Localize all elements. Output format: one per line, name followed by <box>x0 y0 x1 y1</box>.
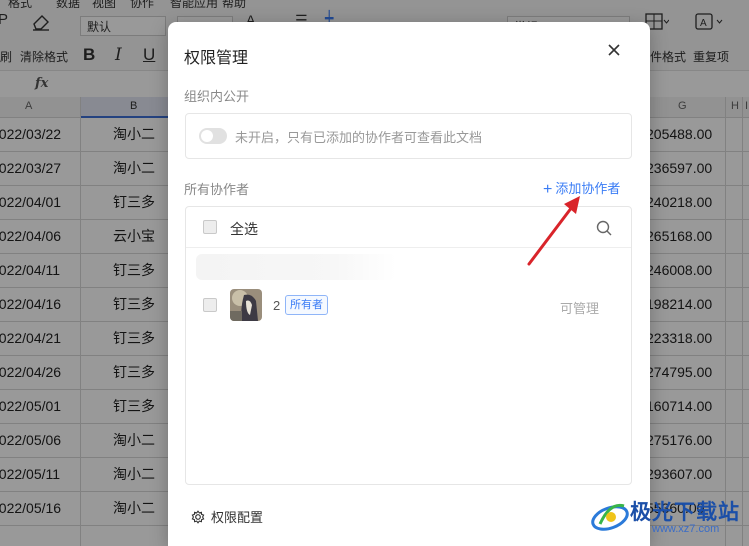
select-all-checkbox[interactable] <box>203 220 217 234</box>
avatar <box>230 289 262 321</box>
permission-config-label: 权限配置 <box>211 510 264 525</box>
annotation-arrow-icon <box>527 196 580 266</box>
member-permission[interactable]: 可管理 <box>560 298 599 317</box>
collaborators-label: 所有协作者 <box>184 182 250 197</box>
permission-config-button[interactable]: 权限配置 <box>190 507 263 526</box>
member-checkbox[interactable] <box>203 298 217 312</box>
select-all-label: 全选 <box>230 221 258 237</box>
org-public-toggle[interactable] <box>199 128 227 144</box>
gear-icon <box>191 510 205 524</box>
blurred-org-info <box>196 254 396 280</box>
owner-badge: 所有者 <box>285 295 328 315</box>
search-icon[interactable] <box>595 219 613 237</box>
org-public-status-text: 未开启，只有已添加的协作者可查看此文档 <box>235 130 483 145</box>
watermark-url: www.xz7.com <box>652 523 720 535</box>
org-public-label: 组织内公开 <box>184 89 250 104</box>
org-public-setting: 未开启，只有已添加的协作者可查看此文档 <box>185 113 632 159</box>
watermark-name: 极光下载站 <box>630 501 740 524</box>
list-item: 2 所有者 可管理 <box>186 287 631 323</box>
dialog-title: 权限管理 <box>184 50 249 67</box>
close-icon[interactable] <box>604 40 624 60</box>
watermark: 极光下载站 www.xz7.com <box>590 494 748 544</box>
watermark-logo-icon <box>591 503 629 531</box>
permission-dialog: 权限管理 组织内公开 未开启，只有已添加的协作者可查看此文档 所有协作者 + 添加… <box>168 22 650 546</box>
member-name: 2 <box>273 298 281 313</box>
